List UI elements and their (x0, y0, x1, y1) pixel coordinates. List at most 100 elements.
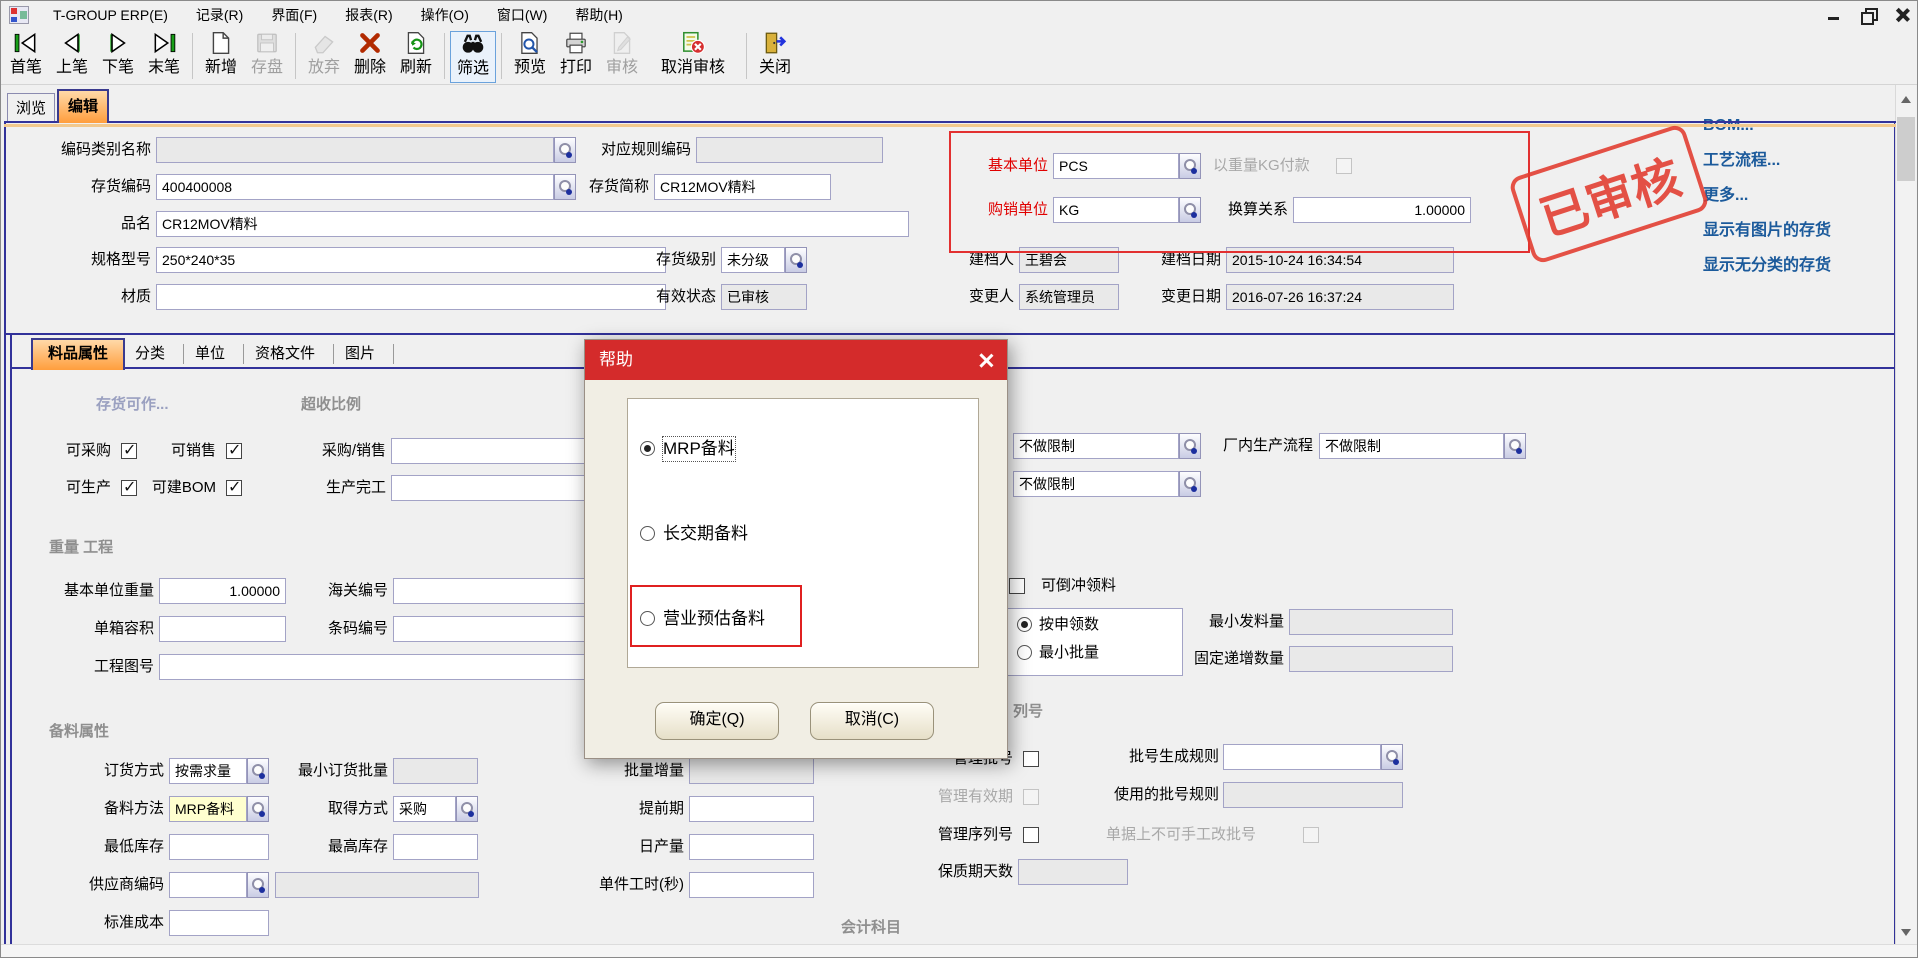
manage-valid-checkbox (1023, 789, 1039, 805)
restore-icon[interactable] (1859, 6, 1877, 24)
preview-icon (517, 31, 543, 57)
item-code-field[interactable]: 400400008 (156, 174, 554, 200)
minimize-icon[interactable] (1825, 6, 1843, 24)
toolbar-filter-button[interactable]: 筛选 (450, 31, 496, 83)
link-process-flow[interactable]: 工艺流程... (1703, 148, 1780, 174)
toolbar-next-button[interactable]: 下笔 (95, 31, 141, 83)
toolbar-preview-button[interactable]: 预览 (507, 31, 553, 83)
batch-rule-field[interactable] (1223, 744, 1381, 770)
option-long-lead-label[interactable]: 长交期备料 (663, 522, 748, 546)
horizontal-scrollbar[interactable] (1, 944, 1917, 957)
menu-report[interactable]: 报表(R) (331, 1, 406, 29)
std-cost-field[interactable] (169, 910, 269, 936)
rule-code-field[interactable] (696, 137, 883, 163)
can-sell-checkbox[interactable] (226, 443, 242, 459)
base-unit-field[interactable]: PCS (1053, 153, 1179, 179)
subtab-classification[interactable]: 分类 (135, 341, 165, 367)
daily-output-field[interactable] (689, 834, 814, 860)
toolbar-print-button[interactable]: 打印 (553, 31, 599, 83)
lookup-icon[interactable] (1179, 471, 1201, 497)
link-show-unclassified[interactable]: 显示无分类的存货 (1703, 253, 1831, 279)
coding-category-field[interactable] (156, 137, 554, 163)
can-bom-checkbox[interactable] (226, 480, 242, 496)
subtab-item-properties[interactable]: 料品属性 (31, 338, 125, 370)
can-produce-checkbox[interactable] (121, 480, 137, 496)
max-stock-field[interactable] (393, 834, 478, 860)
menu-interface[interactable]: 界面(F) (257, 1, 331, 29)
ok-button[interactable]: 确定(Q) (655, 702, 779, 740)
manage-serial-checkbox[interactable] (1023, 827, 1039, 843)
supplier-code-field[interactable] (169, 872, 247, 898)
toolbar-close-button[interactable]: 关闭 (752, 31, 798, 83)
toolbar-delete-button[interactable]: 删除 (347, 31, 393, 83)
backflush-checkbox[interactable] (1009, 578, 1025, 594)
box-volume-field[interactable] (159, 616, 286, 642)
help-dialog-titlebar[interactable]: 帮助 (585, 340, 1007, 380)
subtab-separator (183, 344, 184, 364)
toolbar-last-button[interactable]: 末笔 (141, 31, 187, 83)
option-mrp-radio[interactable] (640, 441, 655, 456)
subtab-qualification[interactable]: 资格文件 (255, 341, 315, 367)
toolbar-first-button[interactable]: 首笔 (3, 31, 49, 83)
spec-model-field[interactable]: 250*240*35 (156, 247, 666, 273)
item-level-field[interactable]: 未分级 (721, 247, 785, 273)
min-stock-field[interactable] (169, 834, 269, 860)
vertical-scrollbar[interactable] (1895, 85, 1916, 947)
option-forecast-label[interactable]: 营业预估备料 (663, 607, 765, 631)
issue-by-request-radio[interactable] (1017, 617, 1032, 632)
cancel-button[interactable]: 取消(C) (810, 702, 934, 740)
toolbar-cancel-audit-button[interactable]: 取消审核 (645, 31, 741, 83)
lookup-icon[interactable] (1381, 744, 1403, 770)
conversion-field[interactable]: 1.00000 (1293, 197, 1471, 223)
factory-flow-field[interactable]: 不做限制 (1319, 433, 1504, 459)
limit-field-1[interactable]: 不做限制 (1013, 433, 1179, 459)
toolbar-new-button[interactable]: 新增 (198, 31, 244, 83)
nav-next-icon (105, 31, 131, 57)
lookup-icon[interactable] (785, 247, 807, 273)
lookup-icon[interactable] (1504, 433, 1526, 459)
scrollbar-thumb[interactable] (1897, 117, 1915, 181)
customs-code-label: 海关编号 (311, 578, 388, 604)
acquire-mode-field[interactable]: 采购 (393, 796, 456, 822)
lookup-icon[interactable] (247, 758, 269, 784)
link-show-with-images[interactable]: 显示有图片的存货 (1703, 218, 1831, 244)
tab-browse[interactable]: 浏览 (7, 93, 55, 123)
material-field[interactable] (156, 284, 666, 310)
lookup-icon[interactable] (1179, 153, 1201, 179)
can-purchase-checkbox[interactable] (121, 443, 137, 459)
product-name-field[interactable]: CR12MOV精料 (156, 211, 909, 237)
lookup-icon[interactable] (247, 872, 269, 898)
menu-window[interactable]: 窗口(W) (483, 1, 562, 29)
scroll-up-button[interactable] (1896, 85, 1916, 115)
order-mode-field[interactable]: 按需求量 (169, 758, 247, 784)
menu-record[interactable]: 记录(R) (182, 1, 257, 29)
menu-help[interactable]: 帮助(H) (561, 1, 636, 29)
lead-time-field[interactable] (689, 796, 814, 822)
option-long-lead-radio[interactable] (640, 526, 655, 541)
lookup-icon[interactable] (456, 796, 478, 822)
dialog-close-icon[interactable] (978, 352, 995, 369)
base-weight-field[interactable]: 1.00000 (159, 578, 286, 604)
unit-time-field[interactable] (689, 872, 814, 898)
manage-batch-checkbox[interactable] (1023, 751, 1039, 767)
lookup-icon[interactable] (1179, 433, 1201, 459)
lookup-icon[interactable] (247, 796, 269, 822)
subtab-image[interactable]: 图片 (345, 341, 375, 367)
close-icon[interactable] (1893, 6, 1911, 24)
prep-method-field[interactable]: MRP备料 (169, 796, 247, 822)
limit-field-2[interactable]: 不做限制 (1013, 471, 1179, 497)
option-forecast-radio[interactable] (640, 611, 655, 626)
option-mrp-label[interactable]: MRP备料 (663, 437, 735, 461)
item-short-name-field[interactable]: CR12MOV精料 (654, 174, 831, 200)
trade-unit-field[interactable]: KG (1053, 197, 1179, 223)
subtab-unit[interactable]: 单位 (195, 341, 225, 367)
issue-min-batch-radio[interactable] (1017, 645, 1032, 660)
toolbar-prev-button[interactable]: 上笔 (49, 31, 95, 83)
menu-tgroup-erp[interactable]: T-GROUP ERP(E) (39, 1, 182, 29)
link-more[interactable]: 更多... (1703, 183, 1748, 209)
menu-operation[interactable]: 操作(O) (407, 1, 483, 29)
tab-edit[interactable]: 编辑 (57, 89, 109, 123)
scroll-down-button[interactable] (1896, 917, 1916, 947)
toolbar-refresh-button[interactable]: 刷新 (393, 31, 439, 83)
used-rule-field (1223, 782, 1403, 808)
